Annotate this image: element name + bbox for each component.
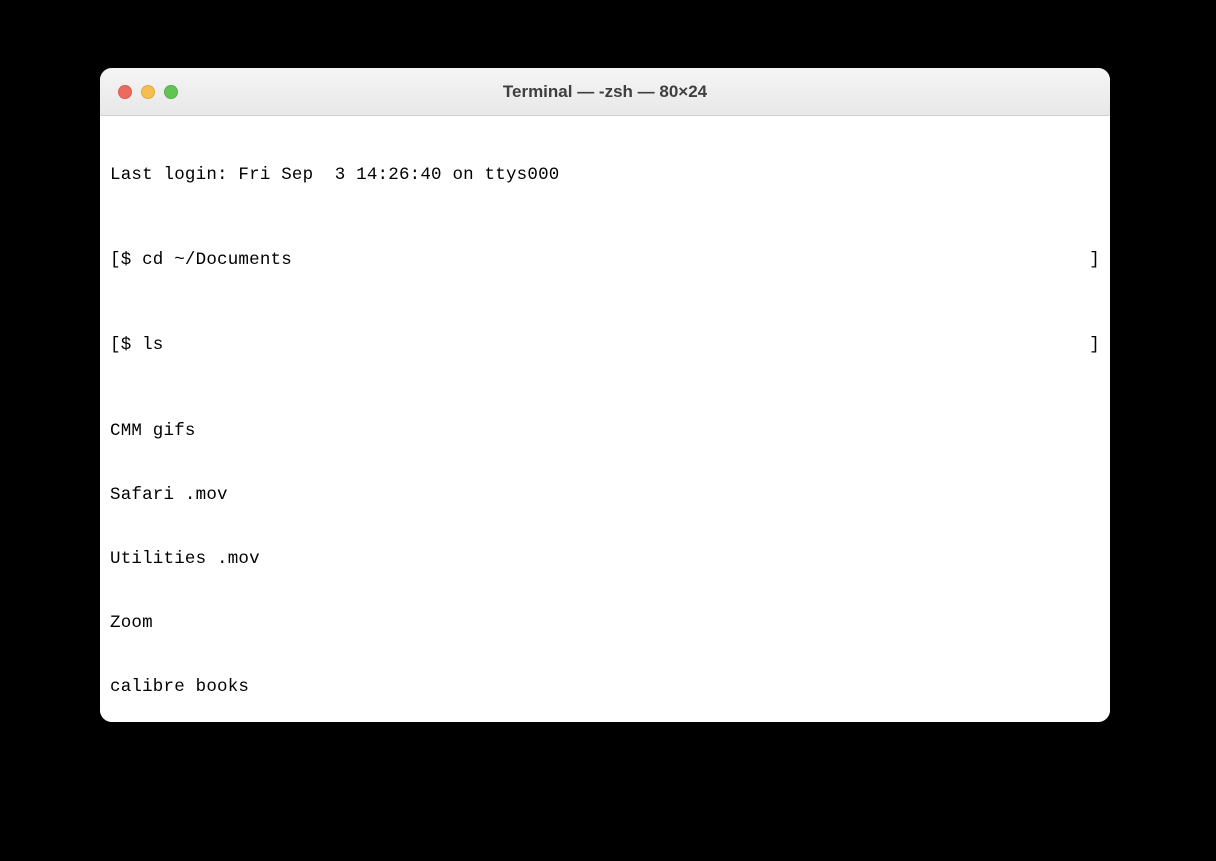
terminal-window: Terminal — -zsh — 80×24 Last login: Fri … xyxy=(100,68,1110,722)
command-cd: $ cd ~/Documents xyxy=(121,250,292,270)
last-login-line: Last login: Fri Sep 3 14:26:40 on ttys00… xyxy=(110,165,1100,186)
close-icon[interactable] xyxy=(118,85,132,99)
left-bracket: [ xyxy=(110,335,121,355)
zoom-icon[interactable] xyxy=(164,85,178,99)
output-line: calibre books xyxy=(110,677,1100,698)
output-line: Utilities .mov xyxy=(110,549,1100,570)
right-bracket: ] xyxy=(1089,250,1100,271)
output-line: CMM gifs xyxy=(110,421,1100,442)
titlebar[interactable]: Terminal — -zsh — 80×24 xyxy=(100,68,1110,116)
left-bracket: [ xyxy=(110,250,121,270)
minimize-icon[interactable] xyxy=(141,85,155,99)
right-bracket: ] xyxy=(1089,335,1100,356)
traffic-lights xyxy=(100,85,178,99)
output-line: Safari .mov xyxy=(110,485,1100,506)
command-line-cd: [$ cd ~/Documents ] xyxy=(110,250,1100,271)
command-ls: $ ls xyxy=(121,335,164,355)
window-title: Terminal — -zsh — 80×24 xyxy=(100,82,1110,102)
command-line-ls: [$ ls ] xyxy=(110,335,1100,356)
output-line: Zoom xyxy=(110,613,1100,634)
terminal-body[interactable]: Last login: Fri Sep 3 14:26:40 on ttys00… xyxy=(100,116,1110,722)
